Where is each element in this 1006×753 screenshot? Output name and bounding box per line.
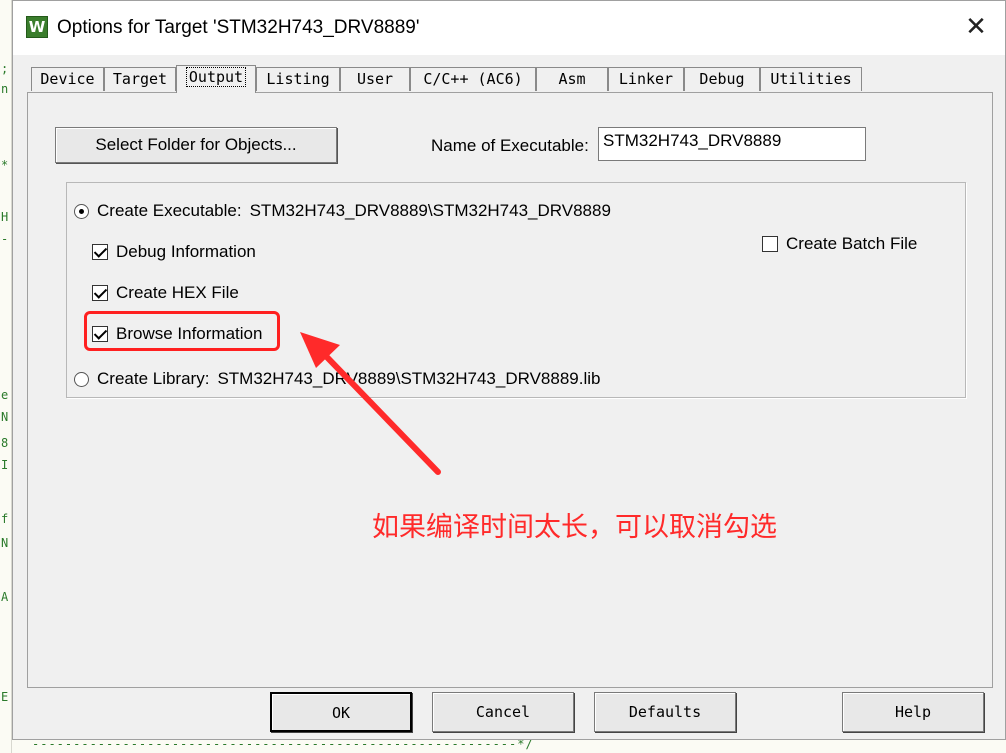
editor-char: ; <box>1 62 9 76</box>
editor-char: e <box>1 388 9 402</box>
editor-char: E <box>1 690 9 704</box>
select-folder-button[interactable]: Select Folder for Objects... <box>55 127 337 163</box>
create-batch-file-label: Create Batch File <box>786 234 918 253</box>
name-of-executable-label: Name of Executable: <box>431 136 589 155</box>
editor-char: H <box>1 210 9 224</box>
defaults-button[interactable]: Defaults <box>594 692 736 732</box>
background-editor: ; n * H - e N 8 I f N A E <box>0 0 12 753</box>
create-library-radio[interactable]: Create Library: STM32H743_DRV8889\STM32H… <box>74 369 600 389</box>
debug-information-checkbox[interactable]: Debug Information <box>92 242 256 262</box>
editor-char: I <box>1 458 9 472</box>
radio-selected-icon <box>74 203 89 219</box>
tab-label: Listing <box>266 70 330 88</box>
editor-char: - <box>1 232 9 246</box>
checkmark-icon <box>92 285 108 301</box>
create-hex-file-label: Create HEX File <box>116 283 239 302</box>
tab-label: Linker <box>618 70 674 88</box>
select-folder-label: Select Folder for Objects... <box>95 135 297 154</box>
editor-char: A <box>1 590 9 604</box>
tab-debug[interactable]: Debug <box>684 67 760 91</box>
tab-label: Utilities <box>770 70 852 88</box>
tab-utilities[interactable]: Utilities <box>760 67 862 91</box>
tab-target[interactable]: Target <box>104 67 176 91</box>
create-executable-label: Create Executable: <box>97 201 242 220</box>
help-button[interactable]: Help <box>842 692 984 732</box>
background-editor-bottom: ----------------------------------------… <box>12 737 1006 753</box>
tab-user[interactable]: User <box>340 67 410 91</box>
create-executable-radio[interactable]: Create Executable: STM32H743_DRV8889\STM… <box>74 201 611 221</box>
tab-asm[interactable]: Asm <box>536 67 608 91</box>
create-batch-file-checkbox[interactable]: Create Batch File <box>762 234 917 254</box>
cancel-button[interactable]: Cancel <box>432 692 574 732</box>
editor-char: N <box>1 536 9 550</box>
name-of-executable-input[interactable]: STM32H743_DRV8889 <box>598 127 866 161</box>
tab-device[interactable]: Device <box>31 67 104 91</box>
editor-char: 8 <box>1 436 9 450</box>
tab-label: Debug <box>699 70 745 88</box>
radio-empty-icon <box>74 371 89 387</box>
create-hex-file-checkbox[interactable]: Create HEX File <box>92 283 239 303</box>
annotation-text: 如果编译时间太长，可以取消勾选 <box>372 512 777 543</box>
create-library-label: Create Library: <box>97 369 210 388</box>
window-title: Options for Target 'STM32H743_DRV8889' <box>57 17 420 38</box>
tab-c-cpp[interactable]: C/C++ (AC6) <box>410 67 536 91</box>
editor-char: n <box>1 82 9 96</box>
editor-char: N <box>1 410 9 424</box>
tab-label: Device <box>40 70 95 88</box>
ok-label: OK <box>331 704 351 722</box>
close-icon[interactable]: ✕ <box>961 11 991 41</box>
keil-app-icon: W <box>26 16 48 38</box>
editor-char: * <box>1 158 9 172</box>
editor-char: f <box>1 512 9 526</box>
tab-label: Output <box>185 67 247 87</box>
tab-label: Target <box>112 70 168 88</box>
tab-label: User <box>356 70 394 88</box>
checkmark-icon <box>92 244 108 260</box>
checkbox-empty-icon <box>762 236 778 252</box>
tab-output[interactable]: Output <box>176 65 256 93</box>
help-label: Help <box>894 703 932 721</box>
create-library-path: STM32H743_DRV8889\STM32H743_DRV8889.lib <box>217 369 601 388</box>
defaults-label: Defaults <box>628 703 702 721</box>
ok-button[interactable]: OK <box>270 692 412 732</box>
title-bar: W Options for Target 'STM32H743_DRV8889'… <box>13 1 1005 55</box>
options-dialog: W Options for Target 'STM32H743_DRV8889'… <box>12 0 1006 740</box>
tab-label: Asm <box>558 70 586 88</box>
debug-information-label: Debug Information <box>116 242 256 261</box>
create-executable-path: STM32H743_DRV8889\STM32H743_DRV8889 <box>249 201 611 220</box>
tab-linker[interactable]: Linker <box>608 67 684 91</box>
tab-listing[interactable]: Listing <box>256 67 340 91</box>
output-tab-page: Select Folder for Objects... Name of Exe… <box>27 92 993 688</box>
tab-label: C/C++ (AC6) <box>423 70 523 88</box>
highlight-box <box>84 311 280 351</box>
cancel-label: Cancel <box>475 703 531 721</box>
